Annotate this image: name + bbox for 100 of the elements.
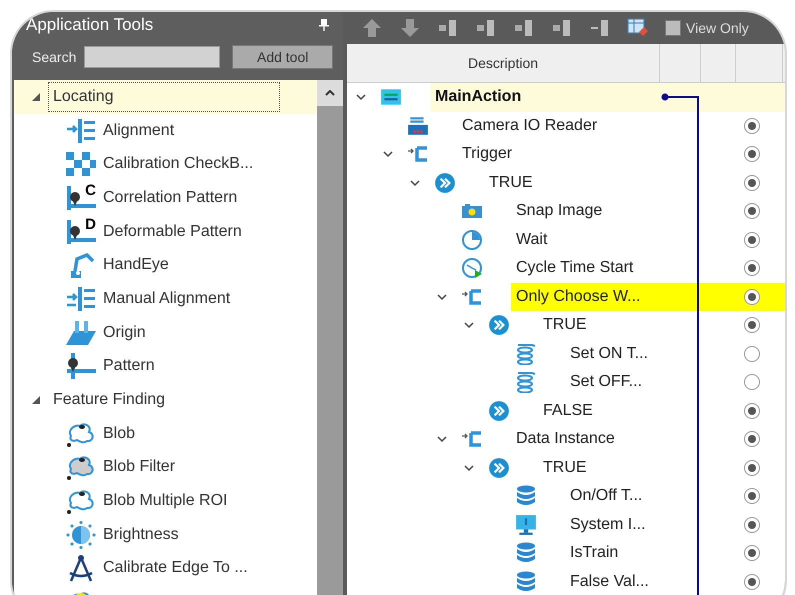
database-icon [515,570,537,593]
table-eraser-icon[interactable] [627,18,649,38]
tree-row[interactable]: Wait [511,226,785,254]
tree-row[interactable]: Set ON T... [565,340,785,368]
enable-radio[interactable] [744,374,760,390]
enable-radio[interactable] [744,232,760,248]
node-label: MainAction [435,88,522,106]
category-label: Feature Finding [52,390,166,410]
node-label: Only Choose W... [516,288,642,306]
tree-row[interactable]: TRUE [484,168,785,197]
view-only-label: View Only [686,20,749,36]
node-label: Camera IO Reader [462,116,598,135]
forward-icon [488,456,510,479]
origin-icon [65,318,97,347]
enable-radio[interactable] [744,346,760,362]
node-label: On/Off T... [570,487,644,506]
node-label: Set OFF... [570,373,644,392]
io-device-icon [407,114,429,137]
enable-radio[interactable] [744,288,760,305]
node-label: Wait [516,230,548,249]
tree-row[interactable]: On/Off T... [565,482,785,510]
node-label: Set ON T... [570,344,649,363]
forward-icon [488,314,510,336]
tool-item[interactable]: Calibrate Edge To ... [14,552,317,586]
database-icon [515,342,537,365]
view-only-checkbox[interactable] [665,20,681,36]
expand-triangle-icon[interactable] [32,396,40,404]
enable-radio[interactable] [744,174,760,191]
tree-row[interactable]: FALSE [538,396,785,425]
tool-item[interactable]: Manual Alignment [14,282,317,316]
node-label: False Val... [570,572,650,591]
search-field[interactable] [84,46,220,68]
forward-icon [488,400,510,422]
tree-row[interactable]: System I... [565,510,785,539]
tree-row[interactable]: Cycle Time Start [511,254,785,282]
tree-row[interactable]: Camera IO Reader [457,112,785,140]
tool-item[interactable]: Calibration CheckB... [14,147,317,182]
tool-item[interactable]: HandEye [14,248,317,282]
panel-title: Application Tools [26,15,154,35]
alignment-icon [65,284,97,313]
node-label: Data Instance [516,430,616,448]
category-row[interactable]: Feature Finding [14,383,317,417]
tree-row[interactable]: Data Instance [511,425,785,454]
node-label: Snap Image [516,202,604,220]
clock-icon [461,228,483,251]
tree-row[interactable]: Only Choose W... [511,282,785,311]
pin-icon[interactable] [319,19,329,31]
tool-item[interactable]: Blob Filter [14,450,317,484]
enable-radio[interactable] [744,460,760,476]
tree-row[interactable]: False Val... [565,568,785,595]
brightness-icon [65,520,97,549]
tree-row[interactable]: Snap Image [511,197,785,226]
add-tool-button[interactable]: Add tool [232,45,333,69]
category-label: Locating [48,82,280,112]
enable-radio[interactable] [744,402,760,419]
enable-radio[interactable] [744,260,760,276]
node-label: TRUE [543,316,588,334]
search-label: Search [32,49,76,65]
enable-radio[interactable] [744,146,760,162]
enable-radio[interactable] [744,431,760,448]
database-icon [515,485,537,508]
expand-triangle-icon[interactable] [32,92,40,101]
node-label: TRUE [489,174,534,192]
tree-row[interactable]: TRUE [538,311,785,340]
monitor-icon [515,514,537,536]
tree-row[interactable]: Trigger [457,140,785,168]
scrollbar[interactable] [317,80,343,595]
node-label: IsTrain [570,544,620,562]
enable-radio[interactable] [744,488,760,504]
tree-row[interactable]: Set OFF... [565,368,785,396]
enable-radio[interactable] [744,574,760,590]
tool-item[interactable]: Blob Multiple ROI [14,484,317,518]
tool-item[interactable]: Blob [14,416,317,451]
enable-radio[interactable] [744,203,760,220]
tree-row[interactable]: TRUE [538,454,785,482]
database-icon [515,371,537,394]
tool-item[interactable]: Origin [14,316,317,350]
database-icon [515,542,537,564]
enable-radio[interactable] [744,545,760,562]
pattern-icon [65,352,97,380]
tree-row[interactable]: IsTrain [565,539,785,568]
tool-item[interactable]: C Correlation Pattern [14,181,317,215]
tree-row[interactable]: MainAction [430,83,785,112]
node-label: Trigger [462,145,514,164]
tool-item[interactable]: Brightness [14,518,317,552]
category-row[interactable]: Locating [14,80,317,114]
alignment-icon [65,116,97,145]
clock-icon [461,257,483,280]
checkerboard-icon [65,150,97,178]
scroll-up-icon[interactable] [325,90,335,96]
node-label: Cycle Time Start [516,259,634,278]
node-label: System I... [570,516,647,534]
enable-radio[interactable] [744,516,760,533]
forward-icon [434,172,456,194]
tool-item[interactable]: Pattern [14,350,317,384]
tool-item[interactable]: D Deformable Pattern [14,214,317,248]
tool-item[interactable]: Alignment [14,114,317,148]
node-label: TRUE [543,458,588,477]
enable-radio[interactable] [744,317,760,334]
enable-radio[interactable] [744,118,760,134]
